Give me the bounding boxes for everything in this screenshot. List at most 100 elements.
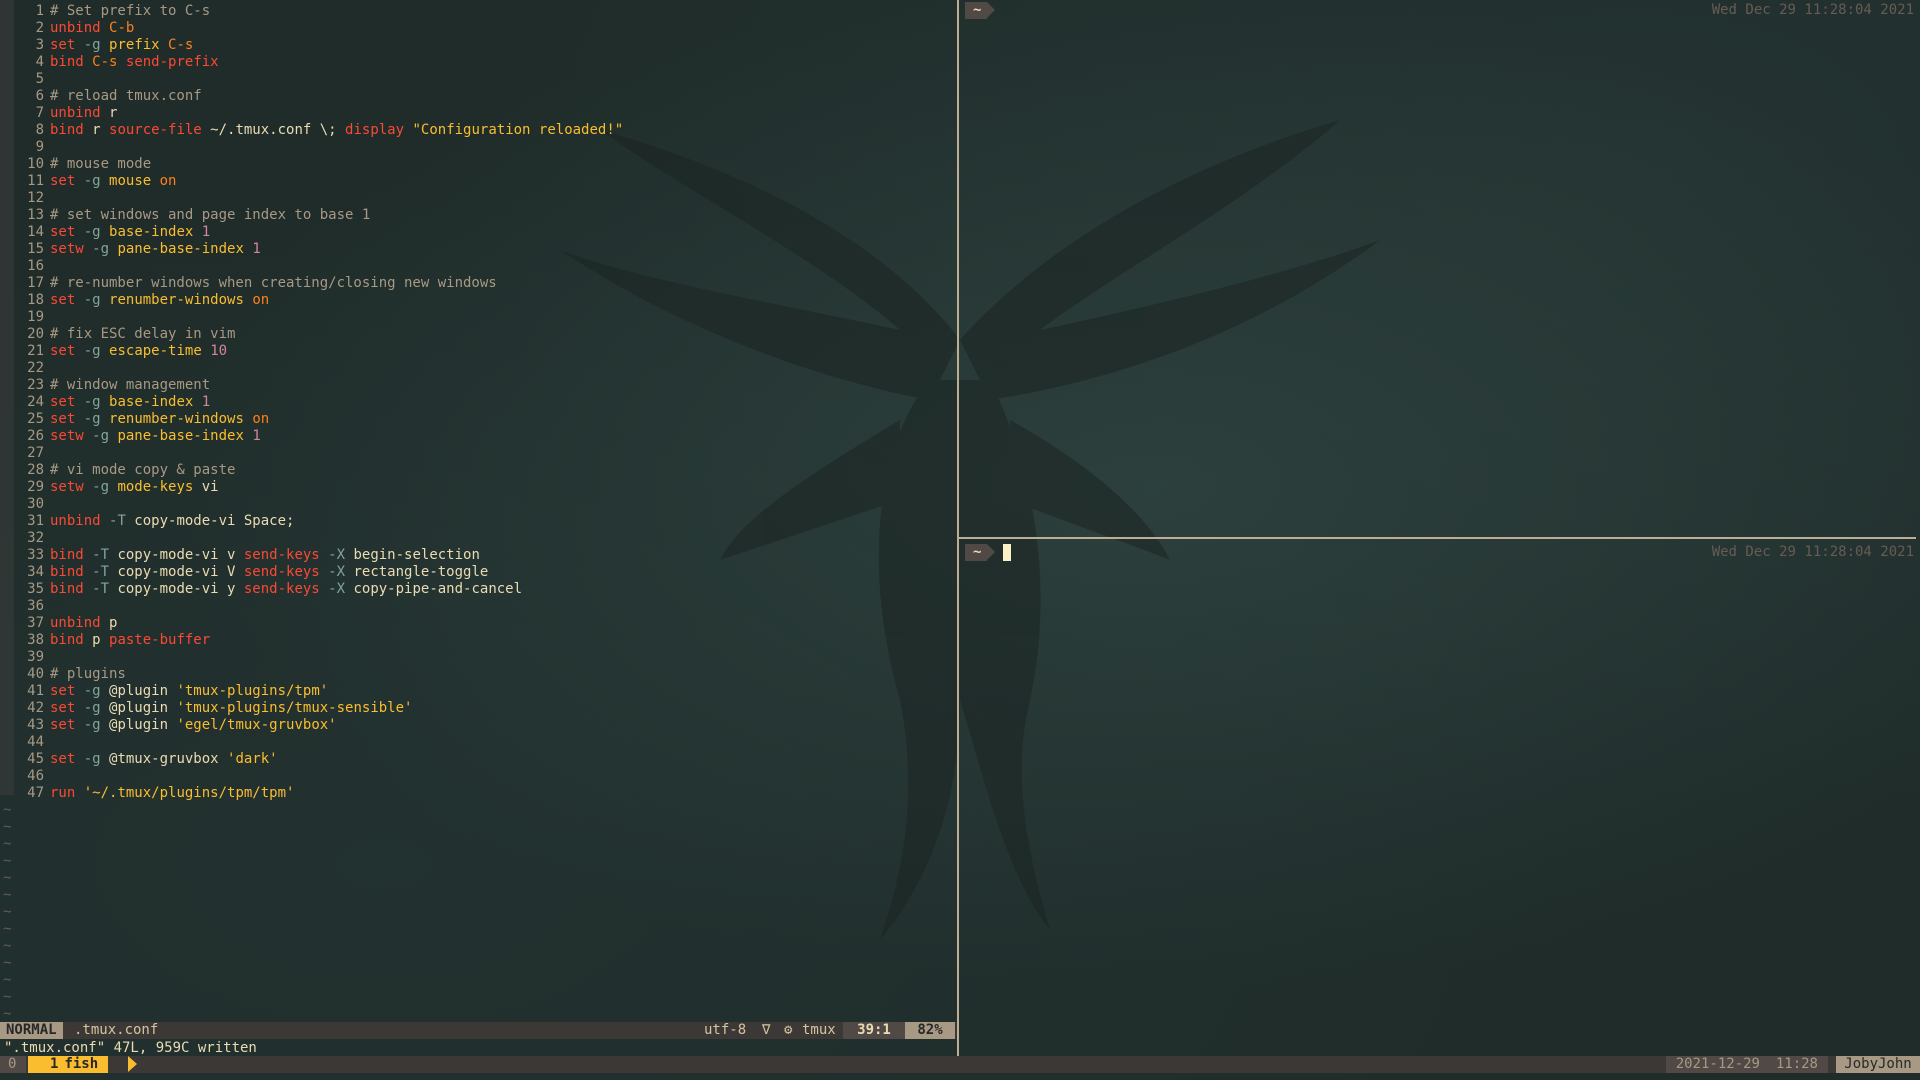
code-line[interactable]: 9 — [0, 139, 957, 156]
code-line[interactable]: 40 # plugins — [0, 666, 957, 683]
code-line[interactable]: 35 bind -T copy-mode-vi y send-keys -X co… — [0, 581, 957, 598]
line-number: 16 — [27, 258, 44, 274]
code-token: "Configuration reloaded!" — [412, 122, 624, 138]
code-line[interactable]: 17 # re-number windows when creating/clos… — [0, 275, 957, 292]
code-token: bind — [50, 564, 84, 580]
code-token: -T — [92, 547, 110, 563]
line-number: 31 — [27, 513, 44, 529]
vim-scroll-percent: 82% — [905, 1022, 955, 1039]
vim-filename: .tmux.conf — [74, 1022, 159, 1038]
code-line[interactable]: 38 bind p paste-buffer — [0, 632, 957, 649]
code-token: -g — [83, 717, 101, 733]
code-token: rectangle-toggle — [345, 564, 489, 580]
code-token: '~/.tmux/plugins/tpm/tpm' — [83, 785, 295, 801]
line-number: 14 — [27, 224, 44, 240]
code-token: -g — [92, 241, 110, 257]
code-token: 1 — [252, 241, 261, 257]
empty-buffer-line: ~ — [3, 819, 12, 835]
code-token: -g — [83, 683, 101, 699]
code-line[interactable]: 36 — [0, 598, 957, 615]
code-line[interactable]: 34 bind -T copy-mode-vi V send-keys -X re… — [0, 564, 957, 581]
code-line[interactable]: 7 unbind r — [0, 105, 957, 122]
code-line[interactable]: 47 run '~/.tmux/plugins/tpm/tpm' — [0, 785, 957, 802]
code-line[interactable]: 26 setw -g pane-base-index 1 — [0, 428, 957, 445]
pane-horizontal-divider[interactable] — [959, 537, 1916, 539]
code-line[interactable]: 33 bind -T copy-mode-vi v send-keys -X be… — [0, 547, 957, 564]
code-line[interactable]: 42 set -g @plugin 'tmux-plugins/tmux-sens… — [0, 700, 957, 717]
code-line[interactable]: 12 — [0, 190, 957, 207]
code-line[interactable]: 23 # window management — [0, 377, 957, 394]
empty-buffer-line: ~ — [3, 955, 12, 971]
code-line[interactable]: 45 set -g @tmux-gruvbox 'dark' — [0, 751, 957, 768]
line-number: 47 — [27, 785, 44, 801]
code-token: 'tmux-plugins/tmux-sensible' — [176, 700, 413, 716]
code-line[interactable]: 37 unbind p — [0, 615, 957, 632]
code-token: prefix — [109, 37, 160, 53]
code-line[interactable]: 31 unbind -T copy-mode-vi Space; — [0, 513, 957, 530]
code-token: pane-base-index — [117, 241, 244, 257]
terminal-pane-top[interactable]: ~ Wed Dec 29 11:28:04 2021 — [959, 0, 1920, 537]
code-line[interactable]: 11 set -g mouse on — [0, 173, 957, 190]
code-token: set — [50, 394, 76, 410]
code-token: escape-time — [109, 343, 202, 359]
code-line[interactable]: 22 — [0, 360, 957, 377]
code-line[interactable]: 15 setw -g pane-base-index 1 — [0, 241, 957, 258]
code-line[interactable]: 1 # Set prefix to C-s — [0, 3, 957, 20]
tmux-window-tab-active[interactable]: 1 fish — [28, 1056, 109, 1073]
code-line[interactable]: 10 # mouse mode — [0, 156, 957, 173]
code-line[interactable]: 16 — [0, 258, 957, 275]
code-line[interactable]: 14 set -g base-index 1 — [0, 224, 957, 241]
code-line[interactable]: 5 — [0, 71, 957, 88]
line-number: 15 — [27, 241, 44, 257]
code-line[interactable]: 41 set -g @plugin 'tmux-plugins/tpm' — [0, 683, 957, 700]
code-line[interactable]: 46 — [0, 768, 957, 785]
code-token: bind — [50, 54, 84, 70]
code-line[interactable]: 6 # reload tmux.conf — [0, 88, 957, 105]
code-line[interactable]: 30 — [0, 496, 957, 513]
empty-buffer-line: ~ — [3, 972, 12, 988]
code-line[interactable]: 20 # fix ESC delay in vim — [0, 326, 957, 343]
code-token: # vi mode copy & paste — [50, 462, 236, 478]
line-number: 32 — [27, 530, 44, 546]
code-token: 1 — [201, 394, 211, 410]
code-token: base-index — [109, 394, 194, 410]
code-line[interactable]: 4 bind C-s send-prefix — [0, 54, 957, 71]
code-line[interactable]: 44 — [0, 734, 957, 751]
line-number: 28 — [27, 462, 44, 478]
code-token: p — [100, 615, 118, 631]
code-line[interactable]: 32 — [0, 530, 957, 547]
code-token: bind — [50, 547, 84, 563]
code-line[interactable]: 13 # set windows and page index to base 1 — [0, 207, 957, 224]
code-token: p — [83, 632, 110, 648]
line-number: 23 — [27, 377, 44, 393]
code-token: -T — [92, 581, 110, 597]
code-line[interactable]: 43 set -g @plugin 'egel/tmux-gruvbox' — [0, 717, 957, 734]
code-line[interactable]: 27 — [0, 445, 957, 462]
code-buffer[interactable]: 1 # Set prefix to C-s 2 unbind C-b 3 set -g p… — [0, 3, 957, 1023]
code-line[interactable]: 18 set -g renumber-windows on — [0, 292, 957, 309]
code-token: copy-pipe-and-cancel — [345, 581, 523, 597]
code-line[interactable]: 25 set -g renumber-windows on — [0, 411, 957, 428]
code-line[interactable]: 28 # vi mode copy & paste — [0, 462, 957, 479]
terminal-pane-bottom[interactable]: ~ Wed Dec 29 11:28:04 2021 — [959, 539, 1920, 1056]
vim-editor-pane[interactable]: 1 # Set prefix to C-s 2 unbind C-b 3 set -g p… — [0, 0, 957, 1062]
code-line[interactable]: 39 — [0, 649, 957, 666]
code-line[interactable]: 21 set -g escape-time 10 — [0, 343, 957, 360]
code-line[interactable]: 19 — [0, 309, 957, 326]
code-line[interactable]: 2 unbind C-b — [0, 20, 957, 37]
pane-vertical-divider[interactable] — [957, 0, 959, 1062]
code-line[interactable]: 3 set -g prefix C-s — [0, 37, 957, 54]
code-line[interactable]: 24 set -g base-index 1 — [0, 394, 957, 411]
code-token: on — [252, 292, 270, 308]
code-token: setw — [50, 241, 84, 257]
code-line[interactable]: 8 bind r source-file ~/.tmux.conf \; disp… — [0, 122, 957, 139]
code-token: r — [83, 122, 110, 138]
code-token: 1 — [201, 224, 211, 240]
tmux-session-name[interactable]: 0 — [0, 1056, 27, 1073]
code-line[interactable]: 29 setw -g mode-keys vi — [0, 479, 957, 496]
